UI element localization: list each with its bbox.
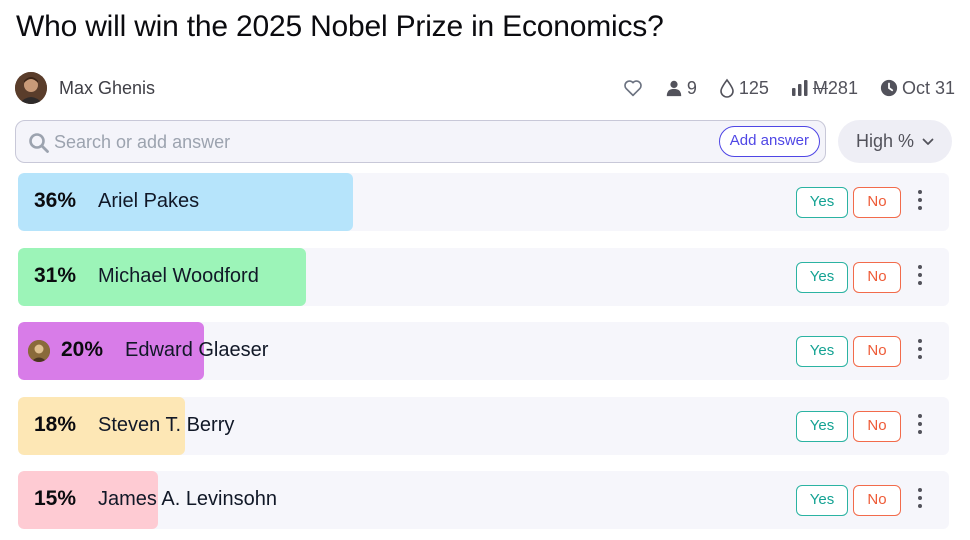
- answer-name: Ariel Pakes: [98, 190, 200, 212]
- answer-name: Edward Glaeser: [125, 339, 269, 361]
- answer-probability: 18%: [34, 412, 77, 436]
- no-button[interactable]: No: [853, 261, 901, 293]
- bar-chart-icon: [791, 80, 808, 96]
- no-button[interactable]: No: [853, 187, 901, 218]
- market-meta: Max Ghenis 9 125 M 281 Oct 31: [15, 70, 955, 106]
- page-title: Who will win the 2025 Nobel Prize in Eco…: [16, 10, 664, 43]
- answer-row[interactable]: 15% James A. Levinsohn Yes No: [18, 471, 949, 529]
- no-button[interactable]: No: [853, 485, 901, 516]
- no-button[interactable]: No: [853, 336, 901, 367]
- sort-label: High %: [855, 131, 915, 151]
- more-options-icon[interactable]: [914, 413, 926, 438]
- yes-button[interactable]: Yes: [796, 410, 848, 442]
- answer-name: Steven T. Berry: [98, 413, 235, 436]
- more-options-icon[interactable]: [914, 488, 926, 512]
- yes-button[interactable]: Yes: [796, 187, 848, 218]
- yes-button[interactable]: Yes: [796, 336, 848, 367]
- liquidity-value: 125: [738, 77, 769, 98]
- answer-probability: 20%: [61, 338, 104, 361]
- avatar[interactable]: [15, 72, 47, 104]
- answer-probability: 15%: [34, 487, 77, 510]
- close-date-stat[interactable]: Oct 31: [880, 78, 955, 99]
- answer-probability: 31%: [34, 263, 77, 287]
- more-options-icon[interactable]: [914, 264, 926, 289]
- answer-row[interactable]: 36% Ariel Pakes Yes No: [18, 173, 949, 231]
- mana-symbol: M: [812, 77, 828, 98]
- volume-value: 281: [827, 77, 858, 98]
- search-input[interactable]: [54, 129, 694, 155]
- answer-row[interactable]: 31% Michael Woodford Yes No: [18, 247, 949, 306]
- chevron-down-icon: [922, 138, 934, 145]
- answer-name: James A. Levinsohn: [98, 488, 277, 510]
- answer-name: Michael Woodford: [98, 264, 259, 287]
- yes-button[interactable]: Yes: [796, 261, 848, 293]
- sort-dropdown[interactable]: High %: [838, 120, 952, 163]
- answer-probability: 36%: [34, 189, 77, 212]
- search-icon: [29, 133, 49, 153]
- user-icon: [666, 80, 682, 97]
- close-date: Oct 31: [901, 77, 955, 98]
- more-options-icon[interactable]: [914, 339, 926, 363]
- volume-stat[interactable]: M 281: [791, 78, 858, 99]
- add-answer-button[interactable]: Add answer: [718, 126, 820, 157]
- answers-list: 36% Ariel Pakes Yes No 31% Michael Woodf…: [18, 173, 949, 540]
- liquidity-stat[interactable]: 125: [719, 78, 769, 99]
- traders-count: 9: [686, 77, 697, 98]
- answer-row[interactable]: 20% Edward Glaeser Yes No: [18, 322, 949, 380]
- more-options-icon[interactable]: [914, 190, 926, 214]
- no-button[interactable]: No: [853, 410, 901, 442]
- droplet-icon: [720, 78, 734, 98]
- answer-creator-avatar[interactable]: [28, 340, 50, 362]
- search-box: Add answer: [15, 120, 826, 163]
- author-name[interactable]: Max Ghenis: [59, 78, 155, 99]
- yes-button[interactable]: Yes: [796, 485, 848, 516]
- heart-icon: [624, 80, 642, 97]
- clock-icon: [880, 79, 898, 97]
- like-button[interactable]: [623, 79, 647, 97]
- market-stats: 9 125 M 281 Oct 31: [601, 76, 955, 100]
- traders-stat[interactable]: 9: [665, 78, 697, 99]
- answer-row[interactable]: 18% Steven T. Berry Yes No: [18, 396, 949, 455]
